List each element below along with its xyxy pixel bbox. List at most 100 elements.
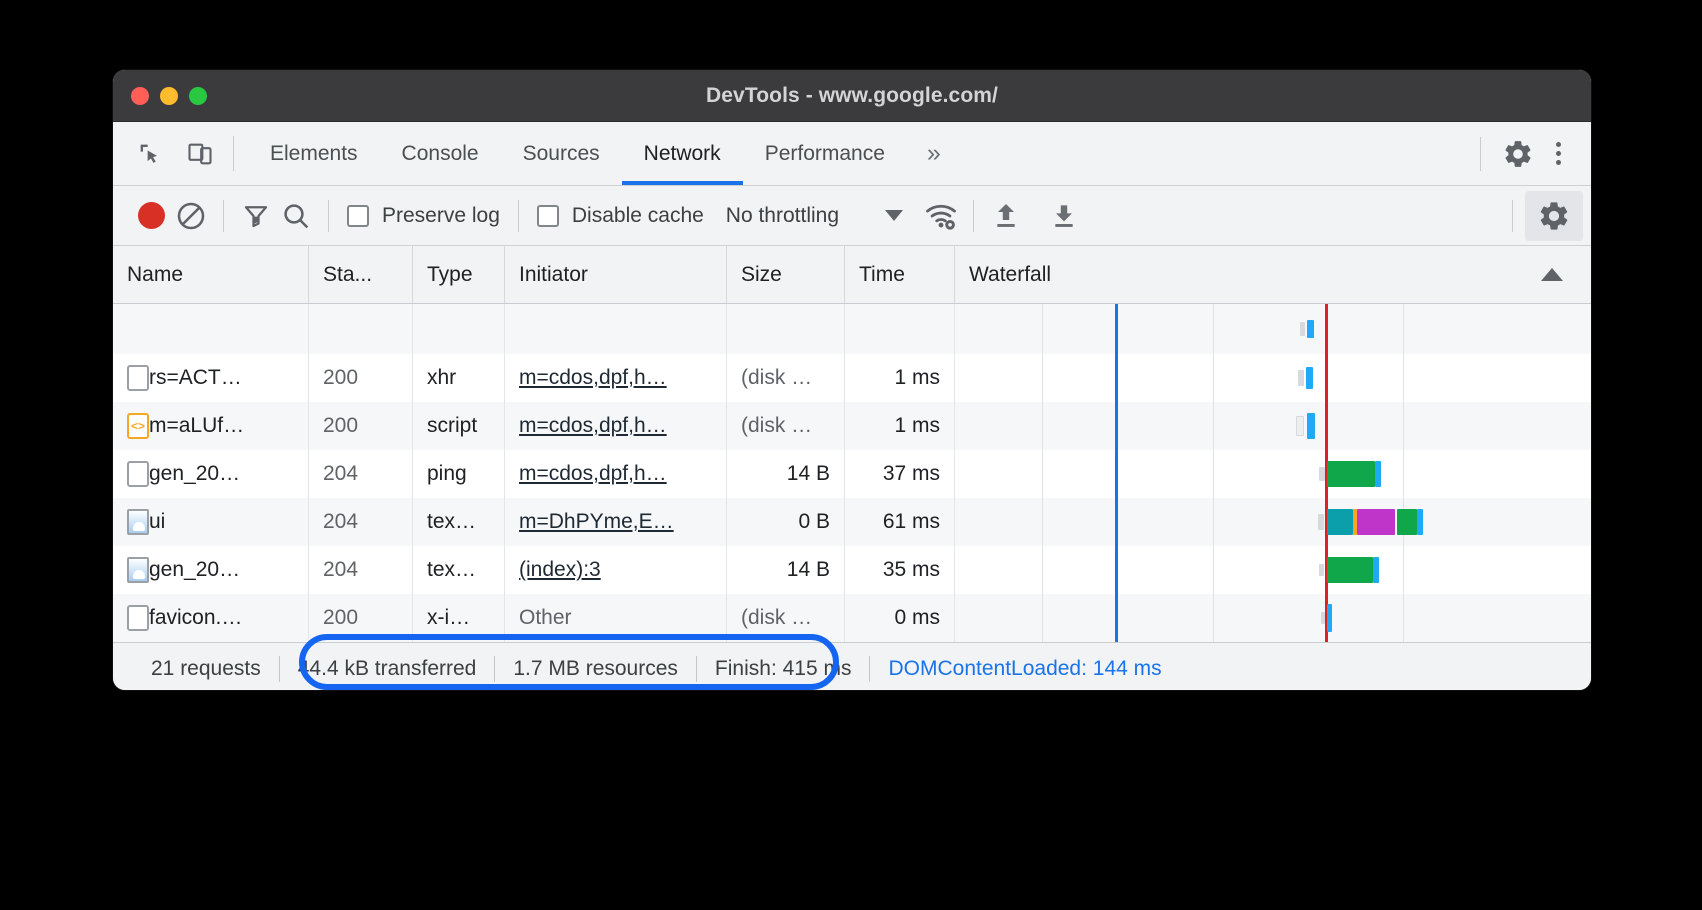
finish-time: Finish: 415 ms (714, 656, 852, 680)
table-row[interactable]: favicon.… 200 x-i… Other (disk … 0 ms (113, 594, 1591, 642)
request-name: m=aLUf… (149, 414, 245, 437)
initiator-link[interactable]: (index):3 (519, 558, 601, 582)
waterfall-track (955, 450, 1591, 498)
devtools-window: DevTools - www.google.com/ Elements Cons… (113, 70, 1591, 690)
table-row[interactable]: ui 204 tex… m=DhPYme,E… 0 B 61 ms (113, 498, 1591, 546)
initiator-link[interactable]: m=DhPYme,E… (519, 510, 674, 534)
initiator-link[interactable]: m=cdos,dpf,h… (519, 414, 667, 438)
wifi-settings-icon[interactable] (921, 196, 961, 236)
document-icon (127, 461, 149, 487)
tabbar-left-icons (113, 122, 227, 185)
cell-time: 61 ms (845, 498, 955, 546)
cell-time: 1 ms (845, 354, 955, 402)
settings-gear-icon[interactable] (1501, 137, 1535, 171)
download-arrow-icon[interactable] (1044, 196, 1084, 236)
table-row[interactable]: rs=ACT… 200 xhr m=cdos,dpf,h… (disk … 1 … (113, 354, 1591, 402)
table-row[interactable]: gen_20… 204 tex… (index):3 14 B 35 ms (113, 546, 1591, 594)
cell-name[interactable]: rs=ACT… (113, 354, 309, 402)
cell-time: 37 ms (845, 450, 955, 498)
tab-console[interactable]: Console (380, 122, 501, 185)
cell-size: 0 B (727, 498, 845, 546)
more-options-kebab-icon[interactable] (1541, 137, 1575, 171)
table-row[interactable]: <> m=aLUf… 200 script m=cdos,dpf,h… (dis… (113, 402, 1591, 450)
preserve-log-label: Preserve log (382, 203, 500, 227)
request-name: gen_20… (149, 558, 241, 581)
disable-cache-checkbox[interactable]: Disable cache (531, 204, 710, 228)
request-name: ui (149, 510, 166, 533)
cell-size: 14 B (727, 450, 845, 498)
panel-tabs: Elements Console Sources Network Perform… (248, 122, 961, 185)
column-header-time[interactable]: Time (845, 246, 955, 303)
search-icon[interactable] (276, 196, 316, 236)
cell-size: (disk … (727, 402, 845, 450)
more-tabs-chevron-icon[interactable]: » (907, 122, 961, 185)
preserve-log-checkbox[interactable]: Preserve log (341, 204, 506, 228)
image-icon (127, 509, 149, 535)
waterfall-track (955, 498, 1591, 546)
toolbar-divider-5 (1512, 199, 1513, 232)
cell-name[interactable]: <> m=aLUf… (113, 402, 309, 450)
network-settings-gear-icon[interactable] (1525, 190, 1583, 241)
tab-network[interactable]: Network (621, 122, 743, 185)
column-header-initiator[interactable]: Initiator (505, 246, 727, 303)
filter-icon[interactable] (236, 196, 276, 236)
chevron-down-icon (885, 210, 904, 221)
document-icon (127, 605, 149, 631)
sort-ascending-triangle-icon (1541, 268, 1563, 281)
column-header-size[interactable]: Size (727, 246, 845, 303)
cell-initiator[interactable]: m=cdos,dpf,h… (505, 402, 727, 450)
minimize-window-button[interactable] (160, 86, 178, 105)
cell-initiator[interactable]: m=cdos,dpf,h… (505, 354, 727, 402)
initiator-link[interactable]: m=cdos,dpf,h… (519, 366, 667, 390)
cell-name[interactable]: gen_20… (113, 450, 309, 498)
upload-arrow-icon[interactable] (986, 196, 1026, 236)
tabbar-right-divider (1480, 136, 1481, 171)
tab-elements[interactable]: Elements (248, 122, 380, 185)
cell-initiator: Other (505, 594, 727, 642)
cell-name[interactable]: ui (113, 498, 309, 546)
record-button[interactable] (131, 196, 171, 236)
waterfall-track (955, 354, 1591, 402)
cell-initiator[interactable]: (index):3 (505, 546, 727, 594)
request-name: gen_20… (149, 462, 241, 485)
transferred-size: 44.4 kB transferred (297, 656, 477, 680)
cell-initiator[interactable]: m=DhPYme,E… (505, 498, 727, 546)
throttling-dropdown[interactable]: No throttling (726, 204, 904, 228)
window-controls (131, 86, 207, 105)
clear-button[interactable] (171, 196, 211, 236)
tab-performance[interactable]: Performance (743, 122, 907, 185)
image-icon (127, 557, 149, 583)
maximize-window-button[interactable] (189, 86, 207, 105)
column-header-name[interactable]: Name (113, 246, 309, 303)
network-requests-table: Name Sta... Type Initiator Size Time Wat… (113, 246, 1591, 642)
cell-initiator[interactable]: m=cdos,dpf,h… (505, 450, 727, 498)
column-header-waterfall[interactable]: Waterfall (955, 246, 1591, 303)
network-status-bar: 21 requests 44.4 kB transferred 1.7 MB r… (113, 634, 1591, 690)
cell-status: 204 (309, 498, 413, 546)
cell-name[interactable]: gen_20… (113, 546, 309, 594)
cell-time: 0 ms (845, 594, 955, 642)
load-event-marker (1325, 304, 1328, 354)
initiator-link[interactable]: m=cdos,dpf,h… (519, 462, 667, 486)
disable-cache-checkbox-box[interactable] (536, 204, 559, 227)
cell-type: tex… (413, 498, 505, 546)
column-header-type[interactable]: Type (413, 246, 505, 303)
cell-type: tex… (413, 546, 505, 594)
device-toolbar-icon[interactable] (183, 137, 217, 171)
cell-status (309, 304, 413, 354)
cell-status: 200 (309, 354, 413, 402)
cell-time: 1 ms (845, 402, 955, 450)
close-window-button[interactable] (131, 86, 149, 105)
cell-type (413, 304, 505, 354)
inspect-element-icon[interactable] (133, 137, 167, 171)
preserve-log-checkbox-box[interactable] (347, 204, 369, 227)
cell-waterfall (955, 304, 1591, 354)
cell-initiator (505, 304, 727, 354)
record-dot-icon (137, 202, 165, 229)
cell-status: 200 (309, 594, 413, 642)
column-header-status[interactable]: Sta... (309, 246, 413, 303)
table-header-row: Name Sta... Type Initiator Size Time Wat… (113, 246, 1591, 304)
table-row[interactable]: gen_20… 204 ping m=cdos,dpf,h… 14 B 37 m… (113, 450, 1591, 498)
cell-name[interactable]: favicon.… (113, 594, 309, 642)
tab-sources[interactable]: Sources (501, 122, 622, 185)
